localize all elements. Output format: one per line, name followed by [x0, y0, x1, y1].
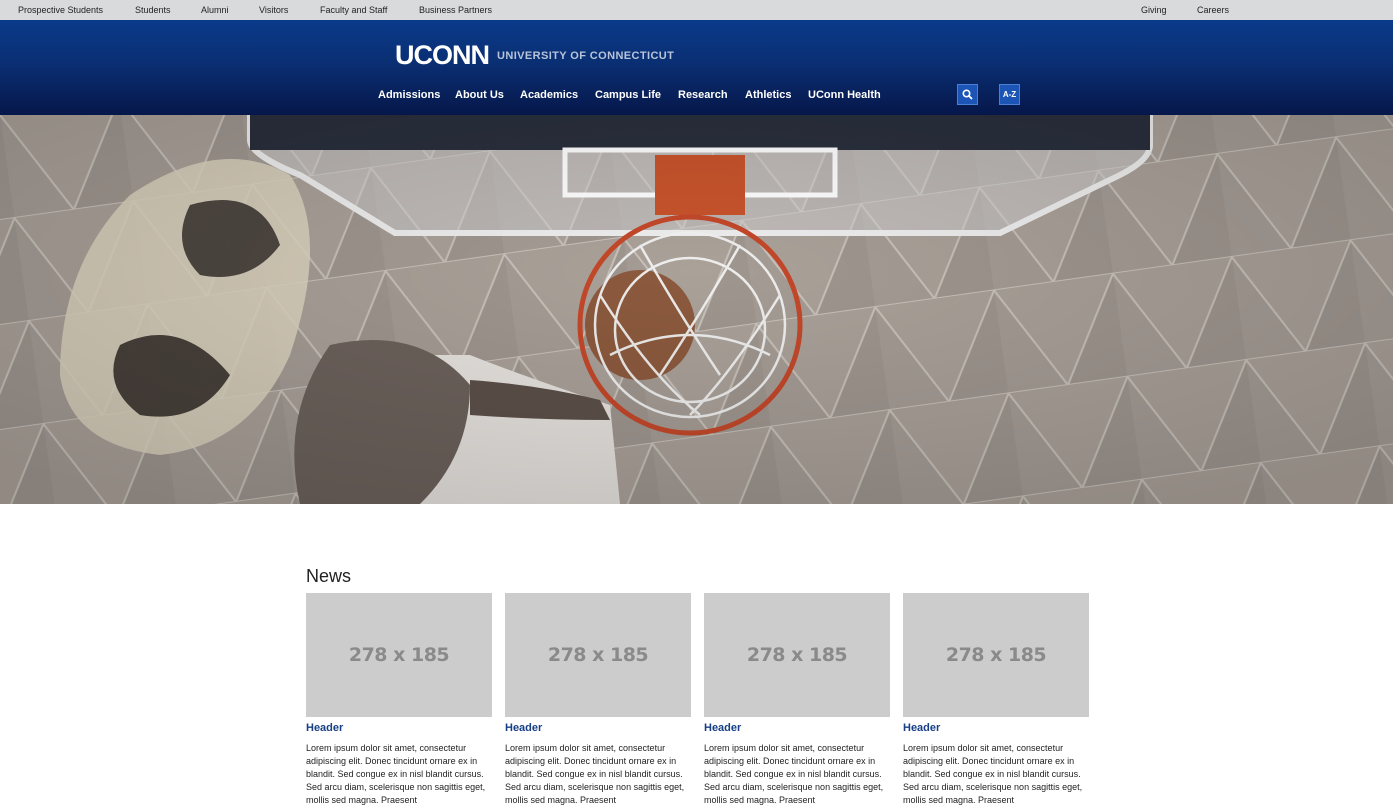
news-card-body: Lorem ipsum dolor sit amet, consectetur … [505, 743, 685, 805]
utility-link-students[interactable]: Students [135, 5, 171, 15]
a-z-label: A-Z [1002, 90, 1017, 99]
basketball-dunk-illustration [0, 115, 1393, 504]
utility-link-faculty-staff[interactable]: Faculty and Staff [320, 5, 387, 15]
news-card: 278 x 185 Header Lorem ipsum dolor sit a… [505, 593, 691, 807]
news-card-header[interactable]: Header [306, 722, 492, 736]
utility-link-giving[interactable]: Giving [1141, 5, 1167, 15]
news-card: 278 x 185 Header Lorem ipsum dolor sit a… [306, 593, 492, 807]
nav-uconn-health[interactable]: UConn Health [808, 89, 881, 101]
nav-campus-life[interactable]: Campus Life [595, 89, 661, 101]
logo-subtitle: UNIVERSITY OF CONNECTICUT [497, 49, 675, 62]
news-section-title: News [306, 566, 352, 586]
nav-research[interactable]: Research [678, 89, 728, 101]
news-card-body: Lorem ipsum dolor sit amet, consectetur … [306, 743, 486, 805]
a-z-index-button[interactable]: A-Z [999, 84, 1020, 105]
news-card: 278 x 185 Header Lorem ipsum dolor sit a… [903, 593, 1089, 807]
nav-academics[interactable]: Academics [520, 89, 578, 101]
image-placeholder-label: 278 x 185 [945, 644, 1047, 666]
image-placeholder-label: 278 x 185 [547, 644, 649, 666]
nav-about-us[interactable]: About Us [455, 89, 504, 101]
search-icon [962, 89, 973, 100]
utility-link-business-partners[interactable]: Business Partners [419, 5, 492, 15]
news-card-image[interactable]: 278 x 185 [505, 593, 691, 717]
logo-wordmark: UCONN [395, 40, 490, 70]
nav-admissions[interactable]: Admissions [378, 89, 440, 101]
utility-bar: Prospective Students Students Alumni Vis… [0, 0, 1393, 20]
news-card: 278 x 185 Header Lorem ipsum dolor sit a… [704, 593, 890, 807]
image-placeholder-label: 278 x 185 [348, 644, 450, 666]
nav-athletics[interactable]: Athletics [745, 89, 791, 101]
utility-link-prospective-students[interactable]: Prospective Students [18, 5, 103, 15]
news-card-image[interactable]: 278 x 185 [704, 593, 890, 717]
image-placeholder-label: 278 x 185 [746, 644, 848, 666]
utility-link-visitors[interactable]: Visitors [259, 5, 288, 15]
utility-link-careers[interactable]: Careers [1197, 5, 1229, 15]
news-card-header[interactable]: Header [704, 722, 890, 736]
news-card-image[interactable]: 278 x 185 [306, 593, 492, 717]
news-card-header[interactable]: Header [903, 722, 1089, 736]
hero-image [0, 115, 1393, 504]
uconn-logo[interactable]: UCONN UNIVERSITY OF CONNECTICUT [395, 40, 674, 71]
news-card-body: Lorem ipsum dolor sit amet, consectetur … [903, 743, 1083, 805]
search-button[interactable] [957, 84, 978, 105]
news-card-body: Lorem ipsum dolor sit amet, consectetur … [704, 743, 884, 805]
news-card-image[interactable]: 278 x 185 [903, 593, 1089, 717]
site-header: UCONN UNIVERSITY OF CONNECTICUT Admission… [0, 20, 1393, 115]
utility-link-alumni[interactable]: Alumni [201, 5, 229, 15]
news-card-header[interactable]: Header [505, 722, 691, 736]
